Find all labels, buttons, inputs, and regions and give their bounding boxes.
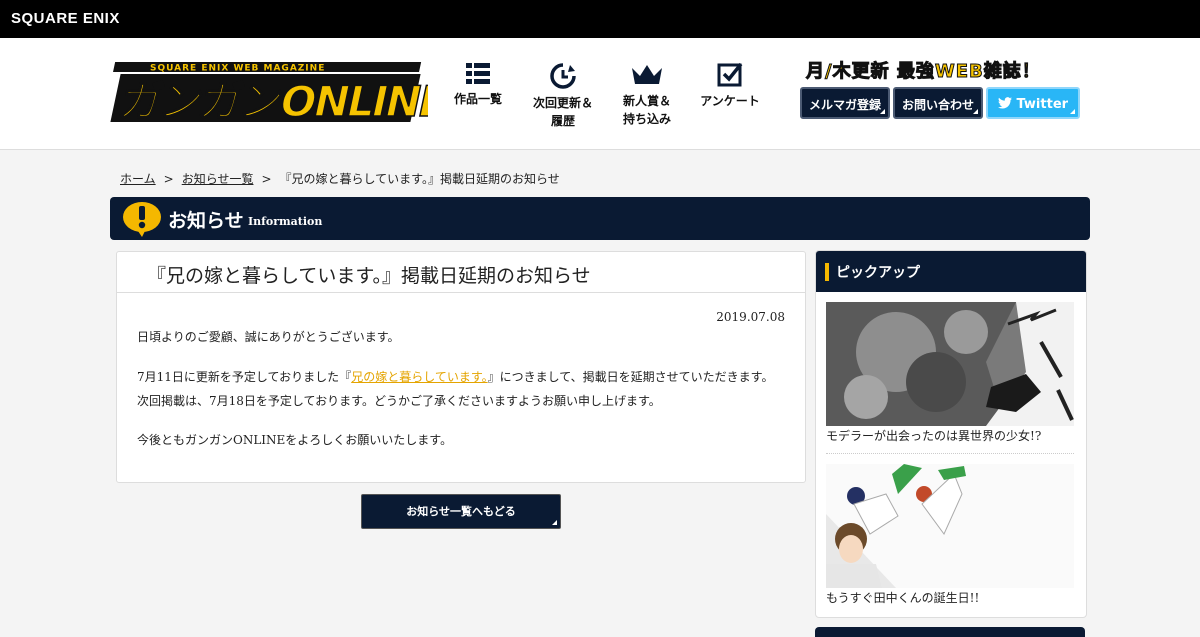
corner-arrow-icon: [1070, 109, 1075, 114]
corner-arrow-icon: [552, 520, 557, 525]
breadcrumb-separator: >: [261, 172, 272, 186]
svg-text:SQUARE ENIX WEB MAGAZINE: SQUARE ENIX WEB MAGAZINE: [150, 64, 325, 74]
corner-arrow-icon: [880, 109, 885, 114]
header-tagline: 月/木更新 最強WEB雑誌！: [806, 61, 1041, 83]
exclamation-bubble-icon: [123, 202, 161, 237]
pickup-sidebar: ピックアップ モデラーが出会ったのは異世界の少女!? もうすぐ田中くんの誕生日!…: [815, 250, 1087, 618]
nav-label-2: 持ち込み: [622, 112, 671, 126]
pickup-caption[interactable]: モデラーが出会ったのは異世界の少女!?: [826, 427, 1041, 444]
top-bar: SQUARE ENIX: [0, 0, 1200, 38]
newsletter-button[interactable]: メルマガ登録: [800, 87, 890, 119]
pickup-title: ピックアップ: [836, 265, 920, 281]
article-paragraph: 次回掲載は、7月18日を予定しております。どうかご了承くださいますようお願い申し…: [137, 394, 661, 408]
nav-label-2: 履歴: [550, 114, 575, 128]
contact-button[interactable]: お問い合わせ: [893, 87, 983, 119]
grid-icon: [466, 63, 490, 84]
article-paragraph: 日頃よりのご愛顧、誠にありがとうございます。: [137, 330, 400, 344]
gangan-online-logo[interactable]: SQUARE ENIX WEB MAGAZINE ガンガンONLINE: [110, 58, 428, 126]
nav-label: 新人賞＆: [622, 94, 671, 108]
nav-label: アンケート: [700, 94, 760, 108]
pickup-caption[interactable]: もうすぐ田中くんの誕生日!!: [826, 589, 979, 606]
pickup-thumbnail-2[interactable]: [826, 464, 1074, 588]
accent-bar: [825, 263, 829, 281]
breadcrumb-home[interactable]: ホーム: [120, 172, 156, 186]
divider: [826, 453, 1074, 455]
corner-arrow-icon: [973, 109, 978, 114]
back-to-news-button[interactable]: お知らせ一覧へもどる: [361, 494, 561, 529]
nav-label: 次回更新＆: [532, 96, 593, 110]
text: 7月11日に更新を予定しておりました『: [137, 370, 352, 384]
next-sidebar-box: [815, 627, 1085, 637]
back-button-label: お知らせ一覧へもどる: [406, 505, 516, 518]
breadcrumb-separator: >: [163, 172, 174, 186]
nav-new-talent[interactable]: 新人賞＆ 持ち込み: [607, 62, 687, 128]
square-enix-logo[interactable]: SQUARE ENIX: [11, 10, 120, 27]
pickup-thumbnail-1[interactable]: [826, 302, 1074, 426]
article-card: 『兄の嫁と暮らしています。』掲載日延期のお知らせ 2019.07.08 日頃より…: [116, 251, 806, 483]
svg-text:ガンガンONLINE: ガンガンONLINE: [115, 78, 428, 126]
article-paragraph: 今後ともガンガンONLINEをよろしくお願いいたします。: [137, 433, 453, 447]
article-date: 2019.07.08: [716, 310, 785, 324]
contact-label: お問い合わせ: [901, 98, 974, 112]
section-header: お知らせ Information: [110, 197, 1090, 240]
twitter-bird-icon: [997, 97, 1012, 109]
nav-survey[interactable]: アンケート: [690, 62, 770, 110]
section-subtitle: Information: [248, 215, 323, 228]
article-title: 『兄の嫁と暮らしています。』掲載日延期のお知らせ: [147, 265, 591, 287]
pickup-header: ピックアップ: [816, 251, 1086, 292]
breadcrumb-news-list[interactable]: お知らせ一覧: [182, 172, 254, 186]
nav-works-list[interactable]: 作品一覧: [438, 62, 518, 108]
newsletter-label: メルマガ登録: [808, 98, 881, 112]
twitter-button[interactable]: Twitter: [986, 87, 1080, 119]
divider: [117, 292, 805, 293]
series-link[interactable]: 兄の嫁と暮らしています。: [351, 370, 487, 384]
breadcrumb-current: 『兄の嫁と暮らしています。』掲載日延期のお知らせ: [279, 172, 560, 186]
twitter-label: Twitter: [1016, 97, 1069, 112]
nav-next-update[interactable]: 次回更新＆ 履歴: [523, 62, 603, 130]
text: 』につきまして、掲載日を延期させていただきます。: [487, 370, 774, 384]
section-title: お知らせ: [168, 210, 244, 232]
checkbox-icon: [717, 62, 743, 87]
nav-label: 作品一覧: [453, 92, 502, 106]
breadcrumb: ホーム > お知らせ一覧 > 『兄の嫁と暮らしています。』掲載日延期のお知らせ: [120, 170, 560, 187]
article-paragraph: 7月11日に更新を予定しておりました『兄の嫁と暮らしています。』につきまして、掲…: [137, 365, 773, 389]
crown-icon: [632, 65, 662, 84]
update-clock-icon: [550, 63, 576, 89]
